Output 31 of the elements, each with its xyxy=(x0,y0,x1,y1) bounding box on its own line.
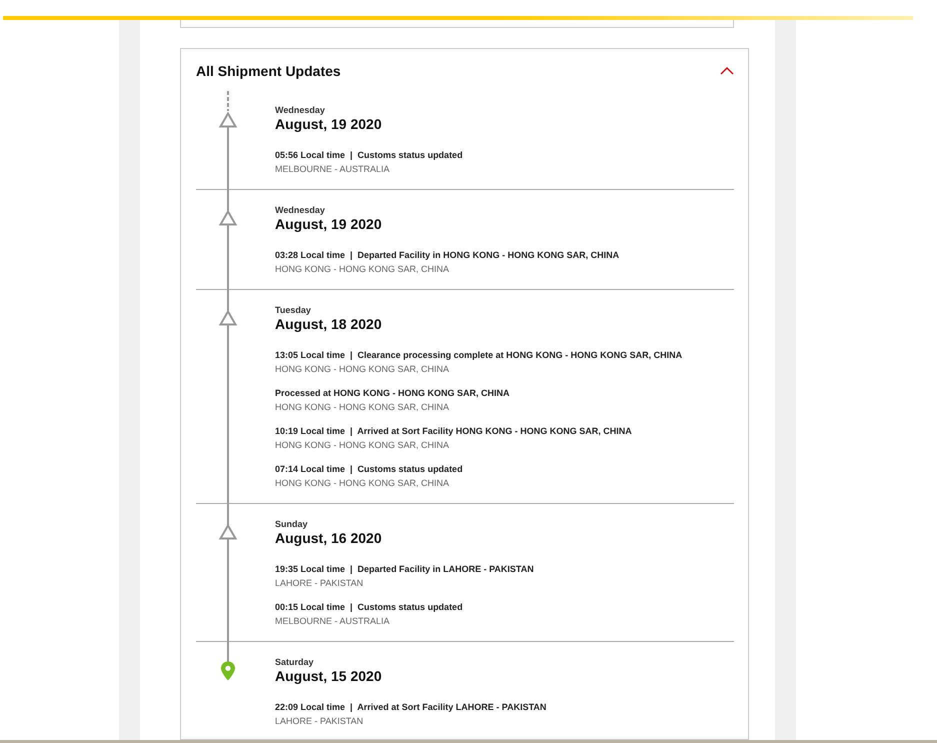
event-location: MELBOURNE - AUSTRALIA xyxy=(275,614,391,627)
weekday-label: Sunday xyxy=(275,518,309,530)
event-description: 13:05 Local time | Clearance processing complete at HONG KONG - HONG KONG SAR, CHINA xyxy=(275,348,682,361)
event-location: HONG KONG - HONG KONG SAR, CHINA xyxy=(275,362,450,375)
event-description: 05:56 Local time | Customs status updated xyxy=(275,148,463,161)
event-description: 22:09 Local time | Arrived at Sort Facility LAHORE - PAKISTAN xyxy=(275,700,546,713)
date-heading: August, 16 2020 xyxy=(275,530,383,546)
weekday-label: Wednesday xyxy=(275,204,326,216)
event-location: LAHORE - PAKISTAN xyxy=(275,714,364,727)
event-description: Processed at HONG KONG - HONG KONG SAR, CHINA xyxy=(275,386,511,399)
event-description: 19:35 Local time | Departed Facility in LAHORE - PAKISTAN xyxy=(275,562,534,575)
event-location: LAHORE - PAKISTAN xyxy=(275,576,364,589)
location-pin-icon xyxy=(220,660,236,681)
weekday-label: Saturday xyxy=(275,656,315,668)
event-description: 07:14 Local time | Customs status updated xyxy=(275,462,464,475)
chevron-icon[interactable] xyxy=(720,66,734,75)
event-description: 10:19 Local time | Arrived at Sort Facility HONG KONG - HONG KONG SAR, CHINA xyxy=(275,424,633,437)
date-heading: August, 19 2020 xyxy=(275,116,383,132)
weekday-label: Tuesday xyxy=(275,304,312,316)
event-location: MELBOURNE - AUSTRALIA xyxy=(275,162,391,175)
date-heading: August, 18 2020 xyxy=(275,316,383,332)
event-description: 00:15 Local time | Customs status updated xyxy=(275,600,464,613)
event-location: HONG KONG - HONG KONG SAR, CHINA xyxy=(275,476,450,489)
event-location: HONG KONG - HONG KONG SAR, CHINA xyxy=(275,262,450,275)
weekday-label: Wednesday xyxy=(275,104,326,116)
event-description: 03:28 Local time | Departed Facility in HONG KONG - HONG KONG SAR, CHINA xyxy=(275,248,620,261)
event-location: HONG KONG - HONG KONG SAR, CHINA xyxy=(275,400,450,413)
date-heading: August, 15 2020 xyxy=(275,668,383,684)
section-title: All Shipment Updates xyxy=(196,62,341,79)
date-heading: August, 19 2020 xyxy=(275,216,383,232)
event-location: HONG KONG - HONG KONG SAR, CHINA xyxy=(275,438,450,451)
